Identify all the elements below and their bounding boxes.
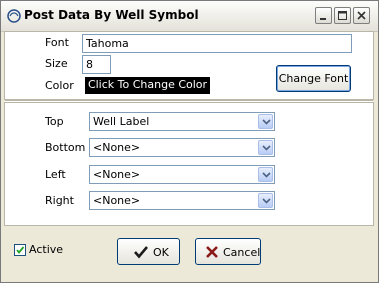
ok-button[interactable]: OK — [117, 238, 180, 265]
size-label: Size — [45, 57, 68, 70]
cancel-x-icon — [206, 246, 218, 258]
title-bar[interactable]: Post Data By Well Symbol — [1, 1, 378, 32]
top-label: Top — [45, 115, 64, 128]
active-checkbox[interactable] — [14, 244, 26, 256]
right-select[interactable]: <None> — [89, 191, 275, 210]
active-label: Active — [29, 243, 64, 256]
font-panel: Font Tahoma Size 8 Color Click To Change… — [4, 31, 374, 100]
change-color-button[interactable]: Click To Change Color — [85, 77, 210, 94]
bottom-dropdown-button[interactable] — [258, 140, 273, 155]
bottom-label: Bottom — [45, 141, 86, 154]
dialog-window: Post Data By Well Symbol Font Tahoma Siz… — [0, 0, 379, 283]
maximize-icon — [338, 11, 347, 20]
app-icon — [7, 9, 21, 23]
left-dropdown-button[interactable] — [258, 167, 273, 182]
top-select-value: Well Label — [93, 115, 150, 128]
right-dropdown-button[interactable] — [258, 193, 273, 208]
window-title: Post Data By Well Symbol — [24, 8, 199, 22]
minimize-button[interactable] — [315, 7, 332, 24]
close-icon — [357, 11, 366, 20]
color-label: Color — [45, 79, 74, 92]
bottom-select-value: <None> — [93, 141, 141, 154]
chevron-down-icon — [262, 119, 271, 125]
cancel-button[interactable]: Cancel — [195, 238, 261, 265]
left-label: Left — [45, 168, 66, 181]
checkmark-icon — [16, 246, 25, 254]
checkmark-icon — [134, 246, 148, 259]
cancel-button-label: Cancel — [223, 246, 261, 259]
ok-button-label: OK — [153, 246, 169, 259]
maximize-button[interactable] — [334, 7, 351, 24]
font-size-field: 8 — [82, 55, 111, 74]
change-font-button[interactable]: Change Font — [276, 65, 351, 92]
minimize-icon — [320, 18, 326, 20]
chevron-down-icon — [262, 145, 271, 151]
left-select[interactable]: <None> — [89, 165, 275, 184]
chevron-down-icon — [262, 172, 271, 178]
right-select-value: <None> — [93, 194, 141, 207]
chevron-down-icon — [262, 198, 271, 204]
left-select-value: <None> — [93, 168, 141, 181]
close-button[interactable] — [353, 7, 370, 24]
top-dropdown-button[interactable] — [258, 114, 273, 129]
right-label: Right — [45, 194, 74, 207]
font-name-field: Tahoma — [82, 34, 352, 53]
bottom-select[interactable]: <None> — [89, 138, 275, 157]
font-label: Font — [45, 36, 69, 49]
position-panel: Top Well Label Bottom <None> Left <None>… — [4, 102, 374, 226]
top-select[interactable]: Well Label — [89, 112, 275, 131]
